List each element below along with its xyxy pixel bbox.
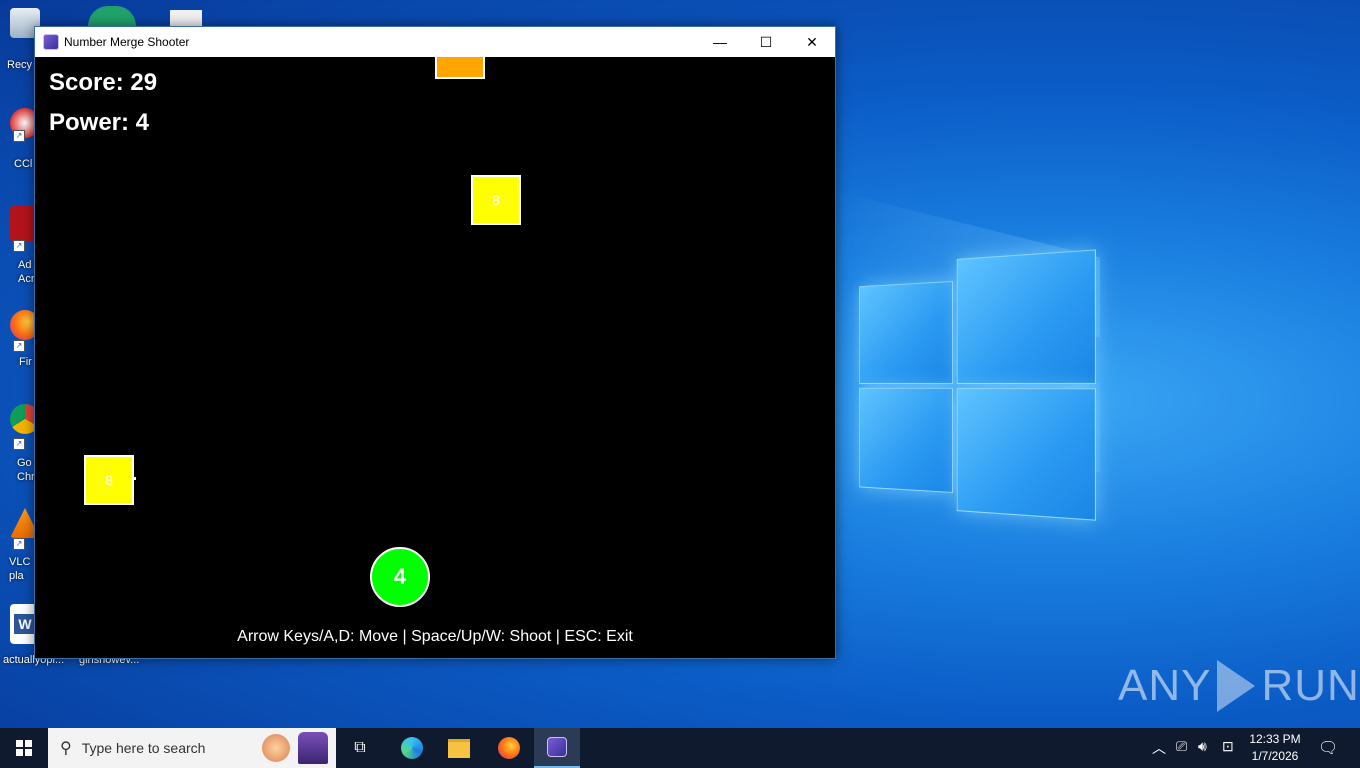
- edge-icon: [401, 737, 423, 759]
- notification-icon[interactable]: 🗨︎: [1318, 738, 1338, 758]
- taskbar-file-explorer[interactable]: [436, 728, 482, 768]
- number-merge-shooter-icon: [547, 737, 567, 757]
- anyrun-watermark: ANY RUN: [1118, 660, 1360, 712]
- game-canvas[interactable]: Score: 29 Power: 4 16 8 8 4 Arrow Keys/A…: [35, 57, 835, 658]
- minimize-button[interactable]: —: [697, 27, 743, 57]
- document-desktop-icon[interactable]: [170, 10, 202, 26]
- block-value: 8: [492, 192, 500, 208]
- start-button[interactable]: [0, 728, 48, 768]
- player-ball: 4: [370, 547, 430, 607]
- shortcut-arrow-icon: ↗: [13, 240, 25, 252]
- desktop-icon-label: VLC pla: [9, 556, 31, 582]
- system-clock[interactable]: 12:33 PM 1/7/2026: [1236, 731, 1314, 765]
- maximize-button[interactable]: ☐: [743, 27, 789, 57]
- desktop-icon-label: Go Chr: [17, 457, 35, 483]
- volume-icon[interactable]: 🔊︎: [1198, 738, 1207, 755]
- file-explorer-icon: [448, 738, 470, 758]
- power-display: Power: 4: [49, 109, 150, 136]
- shortcut-arrow-icon: ↗: [13, 130, 25, 142]
- game-window[interactable]: Number Merge Shooter — ☐ ✕ Score: 29 Pow…: [34, 26, 836, 659]
- windows-logo-pane: [859, 280, 954, 384]
- clock-date: 1/7/2026: [1251, 749, 1299, 763]
- taskbar-edge[interactable]: [389, 728, 435, 768]
- number-block: 16: [435, 57, 485, 79]
- firefox-icon: [498, 737, 520, 759]
- word-w-icon: W: [14, 614, 36, 634]
- clock-time: 12:33 PM: [1249, 732, 1301, 746]
- windows-start-icon: [16, 740, 32, 756]
- search-highlight-icon: [262, 734, 290, 762]
- window-title: Number Merge Shooter: [64, 35, 190, 49]
- player-value: 4: [393, 564, 407, 589]
- block-value: 16: [452, 57, 468, 58]
- shortcut-arrow-icon: ↗: [13, 438, 25, 450]
- desktop: Recy ↗ CCl ↗ Ad Acr ↗ Fir ↗ Go Chr ↗ VLC…: [0, 0, 1360, 728]
- taskbar-search-box[interactable]: ⚲ Type here to search: [48, 728, 336, 768]
- windows-logo-pane: [956, 387, 1096, 521]
- shortcut-arrow-icon: ↗: [13, 538, 25, 550]
- window-titlebar[interactable]: Number Merge Shooter — ☐ ✕: [35, 27, 835, 57]
- search-placeholder: Type here to search: [81, 740, 206, 756]
- desktop-icon-label: CCl: [14, 158, 33, 170]
- close-button[interactable]: ✕: [789, 27, 835, 57]
- windows-logo-wallpaper: [859, 249, 1096, 521]
- number-block: 8: [84, 455, 134, 505]
- block-value: 8: [105, 472, 113, 488]
- edge-desktop-icon[interactable]: [88, 6, 136, 26]
- score-display: Score: 29: [49, 69, 158, 96]
- controls-instructions: Arrow Keys/A,D: Move | Space/Up/W: Shoot…: [237, 628, 633, 645]
- desktop-icon-label: Ad Acr: [18, 259, 35, 285]
- desktop-icon-label: Fir: [19, 356, 32, 368]
- top-hat-icon: [298, 732, 328, 764]
- windows-logo-pane: [859, 387, 954, 493]
- shortcut-arrow-icon: ↗: [13, 340, 25, 352]
- app-icon: [43, 34, 59, 50]
- search-icon: ⚲: [60, 740, 72, 757]
- watermark-text-right: RUN: [1261, 661, 1360, 710]
- desktop-icon-label: Recy: [7, 59, 33, 71]
- network-icon[interactable]: ⊡: [1222, 738, 1234, 755]
- chevron-up-icon[interactable]: ︿: [1152, 738, 1166, 758]
- task-view-icon: ⧉: [354, 739, 366, 756]
- watermark-text-left: ANY: [1118, 661, 1212, 710]
- taskbar-number-merge-shooter[interactable]: [534, 728, 580, 768]
- taskbar-firefox[interactable]: [486, 728, 532, 768]
- number-block: 8: [471, 175, 521, 225]
- play-logo-icon: [1217, 660, 1256, 712]
- windows-logo-pane: [956, 249, 1096, 384]
- task-view-button[interactable]: ⧉: [337, 728, 383, 768]
- meet-now-icon[interactable]: ⎚: [1176, 738, 1187, 755]
- taskbar: ⚲ Type here to search ⧉ ︿ ⎚ 🔊︎ ⊡ 12:33 P…: [0, 728, 1360, 768]
